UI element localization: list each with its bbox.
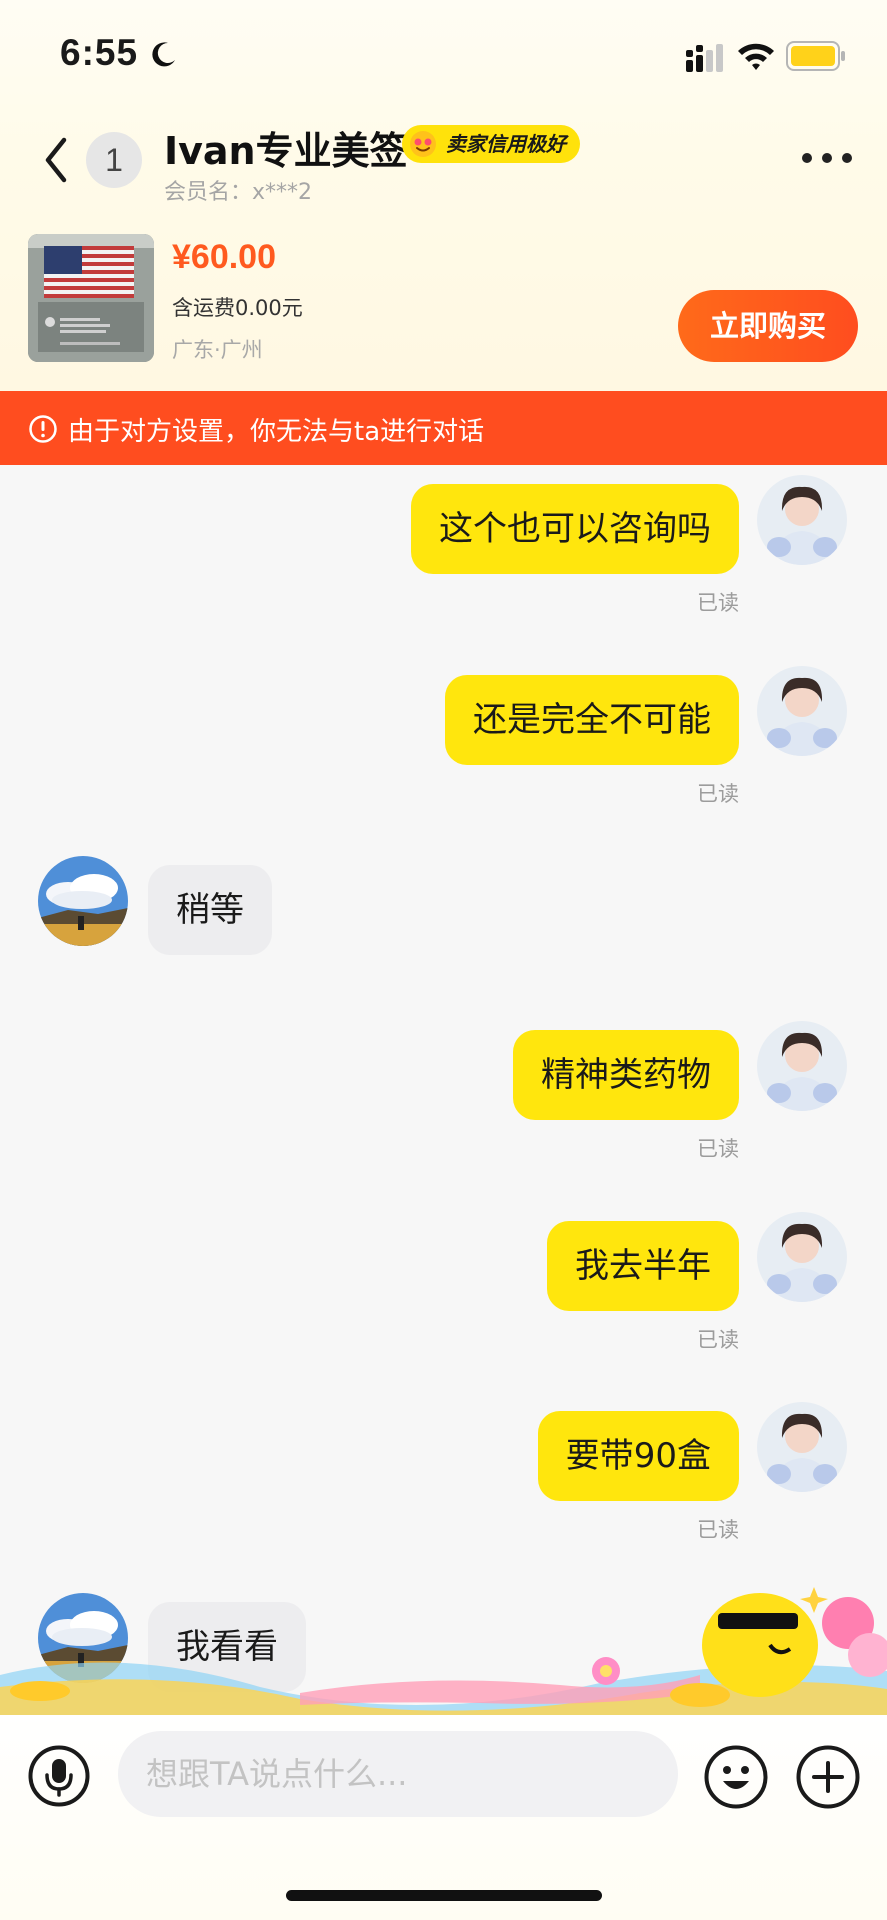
microphone-icon[interactable] — [28, 1745, 90, 1807]
smile-emoji-icon — [410, 131, 436, 157]
read-status: 已读 — [697, 1137, 739, 1161]
message-bubble[interactable]: 我去半年 — [547, 1221, 739, 1311]
plus-icon[interactable] — [796, 1745, 860, 1809]
buy-now-button[interactable]: 立即购买 — [678, 290, 858, 362]
message-bubble[interactable]: 要带90盒 — [537, 1411, 739, 1501]
credit-badge-label: 卖家信用极好 — [446, 132, 566, 156]
home-indicator[interactable] — [286, 1890, 602, 1901]
chat-header: 1 Ivan专业美签 卖家信用极好 会员名：x***2 — [0, 110, 887, 220]
read-status: 已读 — [697, 782, 739, 806]
member-name: x***2 — [252, 180, 313, 205]
read-status: 已读 — [697, 1328, 739, 1352]
chevron-left-icon[interactable] — [36, 130, 76, 190]
flag-photo — [28, 234, 154, 362]
message-bubble[interactable]: 还是完全不可能 — [445, 675, 739, 765]
message-bubble[interactable]: 这个也可以咨询吗 — [411, 484, 739, 574]
unread-count-badge[interactable]: 1 — [86, 132, 142, 188]
member-label: 会员名： — [164, 180, 253, 205]
seller-avatar[interactable] — [38, 856, 128, 946]
product-card[interactable]: ¥60.00 含运费0.00元 广东·广州 立即购买 — [0, 228, 887, 378]
my-avatar[interactable] — [757, 1402, 847, 1492]
more-dots-icon[interactable] — [800, 148, 854, 168]
warning-banner: 由于对方设置，你无法与ta进行对话 — [0, 391, 887, 465]
moon-icon — [152, 42, 175, 67]
my-avatar[interactable] — [757, 1021, 847, 1111]
my-avatar[interactable] — [757, 475, 847, 565]
product-location: 广东·广州 — [172, 338, 263, 362]
message-bubble[interactable]: 稍等 — [148, 865, 272, 955]
read-status: 已读 — [697, 591, 739, 615]
chat-title: Ivan专业美签 — [164, 129, 408, 173]
shipping-fee: 含运费0.00元 — [172, 296, 303, 320]
status-time: 6:55 — [60, 32, 139, 73]
message-list[interactable]: 这个也可以咨询吗 已读 还是完全不可能 已读 稍等 精神类药物 已读 我去半年 … — [0, 465, 887, 1715]
credit-badge[interactable]: 卖家信用极好 — [402, 125, 580, 163]
seller-avatar[interactable] — [38, 1593, 128, 1683]
battery-icon — [786, 41, 845, 71]
status-bar: 6:55 — [0, 0, 887, 110]
product-price: ¥60.00 — [172, 238, 276, 276]
input-bar — [0, 1715, 887, 1920]
product-image[interactable] — [28, 234, 154, 362]
my-avatar[interactable] — [757, 1212, 847, 1302]
top-area: 6:55 1 Ivan专业美签 卖家信用极好 会员名：x***2 ¥60.00 … — [0, 0, 887, 391]
my-avatar[interactable] — [757, 666, 847, 756]
emoji-icon[interactable] — [704, 1745, 768, 1809]
wifi-icon — [738, 43, 774, 70]
read-status: 已读 — [697, 1518, 739, 1542]
message-bubble[interactable]: 我看看 — [148, 1602, 306, 1692]
signal-icon — [686, 44, 723, 72]
warning-text: 由于对方设置，你无法与ta进行对话 — [68, 417, 485, 447]
message-bubble[interactable]: 精神类药物 — [513, 1030, 739, 1120]
member-line: 会员名：x***2 — [164, 174, 312, 206]
alert-circle-icon — [29, 415, 57, 443]
message-input[interactable] — [118, 1731, 678, 1817]
